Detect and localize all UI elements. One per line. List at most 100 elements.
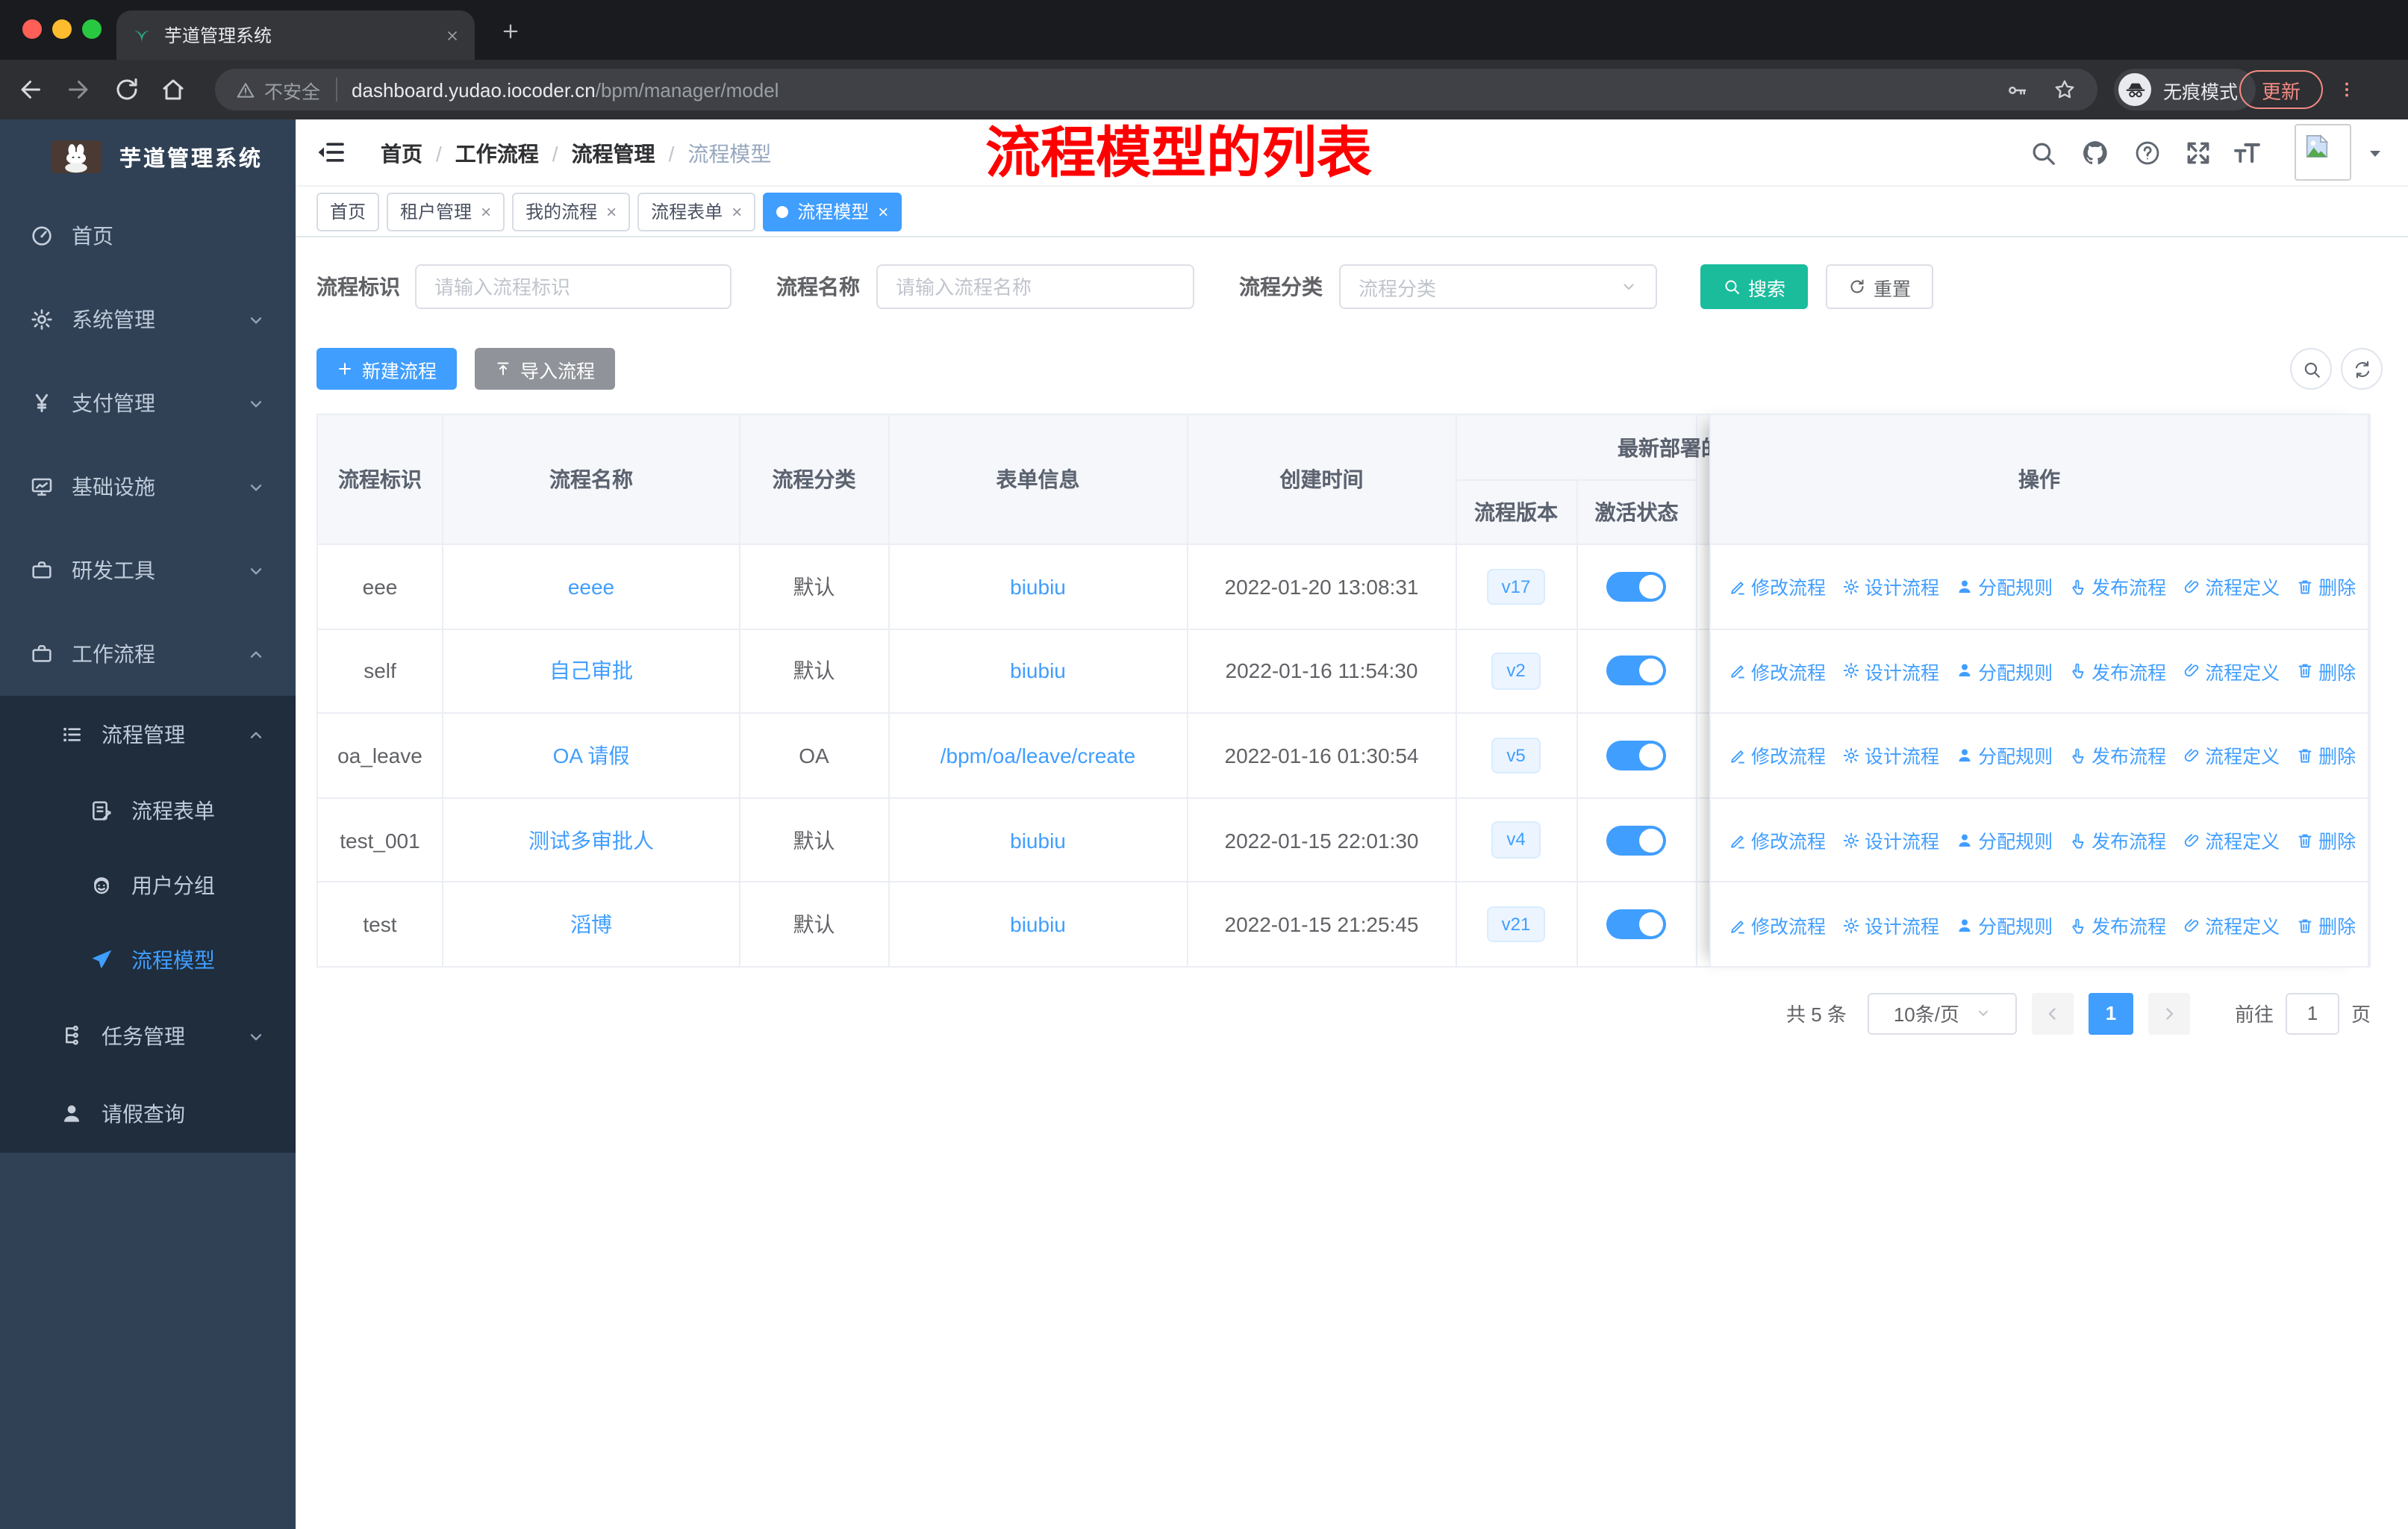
search-button[interactable]: 搜索: [1700, 264, 1809, 309]
tag-流程表单[interactable]: 流程表单 ×: [637, 192, 756, 231]
tag-我的流程[interactable]: 我的流程 ×: [512, 192, 631, 231]
new-tab-button[interactable]: [493, 13, 528, 49]
action-分配规则[interactable]: 分配规则: [1956, 657, 2053, 685]
cell-form-link[interactable]: biubiu: [1010, 659, 1066, 683]
bookmark-star-icon[interactable]: [2053, 78, 2077, 102]
current-page-button[interactable]: 1: [2088, 992, 2133, 1035]
import-process-button[interactable]: 导入流程: [475, 348, 615, 390]
cell-form-link[interactable]: biubiu: [1010, 575, 1066, 599]
breadcrumb-item[interactable]: 流程管理: [572, 138, 655, 168]
status-toggle[interactable]: [1606, 571, 1667, 602]
reset-button[interactable]: 重置: [1826, 264, 1934, 309]
action-删除[interactable]: 删除: [2296, 826, 2356, 854]
sidebar-item-请假查询[interactable]: 请假查询: [0, 1075, 296, 1153]
avatar-caret-down-icon[interactable]: [2366, 145, 2384, 163]
status-toggle[interactable]: [1606, 909, 1667, 940]
tag-流程模型[interactable]: 流程模型 ×: [763, 192, 902, 231]
action-修改流程[interactable]: 修改流程: [1729, 826, 1826, 854]
process-name-input[interactable]: [876, 264, 1194, 309]
browser-tab[interactable]: 芋道管理系统: [116, 10, 475, 60]
fullscreen-icon[interactable]: [2184, 139, 2212, 167]
action-分配规则[interactable]: 分配规则: [1956, 573, 2053, 601]
cell-name-link[interactable]: 测试多审批人: [528, 828, 654, 852]
action-修改流程[interactable]: 修改流程: [1729, 657, 1826, 685]
breadcrumb-item[interactable]: 工作流程: [455, 138, 539, 168]
cell-name-link[interactable]: 自己审批: [549, 659, 633, 683]
cell-form-link[interactable]: /bpm/oa/leave/create: [941, 744, 1136, 767]
next-page-button[interactable]: [2147, 992, 2190, 1035]
action-修改流程[interactable]: 修改流程: [1729, 573, 1826, 601]
not-secure-label[interactable]: 不安全: [264, 75, 320, 104]
password-key-icon[interactable]: [2006, 78, 2029, 101]
tag-close-icon[interactable]: ×: [878, 202, 888, 220]
version-badge[interactable]: v21: [1486, 906, 1546, 943]
update-button[interactable]: 更新: [2239, 70, 2323, 109]
status-toggle[interactable]: [1606, 825, 1667, 856]
tag-首页[interactable]: 首页: [316, 192, 380, 231]
action-分配规则[interactable]: 分配规则: [1956, 826, 2053, 854]
action-发布流程[interactable]: 发布流程: [2069, 741, 2166, 770]
font-size-icon[interactable]: [2230, 139, 2263, 167]
prev-page-button[interactable]: [2031, 992, 2074, 1035]
cell-name-link[interactable]: OA 请假: [553, 744, 630, 767]
action-删除[interactable]: 删除: [2296, 911, 2356, 939]
action-删除[interactable]: 删除: [2296, 657, 2356, 685]
action-发布流程[interactable]: 发布流程: [2069, 657, 2166, 685]
url-text[interactable]: dashboard.yudao.iocoder.cn/bpm/manager/m…: [352, 78, 2006, 101]
action-设计流程[interactable]: 设计流程: [1842, 741, 1939, 770]
menu-dots-icon[interactable]: [2338, 75, 2356, 105]
sidebar-item-研发工具[interactable]: 研发工具: [0, 529, 296, 612]
action-流程定义[interactable]: 流程定义: [2183, 741, 2280, 770]
sidebar-item-用户分组[interactable]: 用户分组: [0, 848, 296, 923]
sidebar-fold-icon[interactable]: [316, 137, 346, 167]
tag-close-icon[interactable]: ×: [732, 202, 742, 220]
action-删除[interactable]: 删除: [2296, 741, 2356, 770]
action-设计流程[interactable]: 设计流程: [1842, 826, 1939, 854]
sidebar-item-流程模型[interactable]: 流程模型: [0, 923, 296, 997]
action-分配规则[interactable]: 分配规则: [1956, 741, 2053, 770]
reload-icon[interactable]: [113, 76, 140, 103]
status-toggle[interactable]: [1606, 740, 1667, 770]
process-key-input[interactable]: [415, 264, 732, 309]
action-修改流程[interactable]: 修改流程: [1729, 741, 1826, 770]
action-发布流程[interactable]: 发布流程: [2069, 573, 2166, 601]
sidebar-item-流程表单[interactable]: 流程表单: [0, 773, 296, 848]
status-toggle[interactable]: [1606, 655, 1667, 686]
sidebar-item-基础设施[interactable]: 基础设施: [0, 445, 296, 529]
action-发布流程[interactable]: 发布流程: [2069, 826, 2166, 854]
forward-icon[interactable]: [64, 76, 91, 103]
sidebar-item-首页[interactable]: 首页: [0, 194, 296, 278]
back-icon[interactable]: [18, 76, 45, 103]
version-badge[interactable]: v2: [1491, 653, 1541, 690]
tab-close-icon[interactable]: [445, 28, 460, 43]
sidebar-item-流程管理[interactable]: 流程管理: [0, 696, 296, 773]
process-category-select[interactable]: 流程分类: [1339, 264, 1657, 309]
version-badge[interactable]: v17: [1486, 568, 1546, 605]
action-流程定义[interactable]: 流程定义: [2183, 657, 2280, 685]
github-icon[interactable]: [2081, 139, 2109, 167]
user-avatar[interactable]: [2295, 124, 2351, 181]
sidebar-item-支付管理[interactable]: 支付管理: [0, 361, 296, 445]
tag-close-icon[interactable]: ×: [481, 202, 491, 220]
action-分配规则[interactable]: 分配规则: [1956, 911, 2053, 939]
traffic-light-minimize[interactable]: [52, 19, 72, 39]
breadcrumb-item[interactable]: 首页: [381, 138, 422, 168]
action-流程定义[interactable]: 流程定义: [2183, 911, 2280, 939]
tag-close-icon[interactable]: ×: [606, 202, 617, 220]
home-icon[interactable]: [160, 76, 187, 103]
action-删除[interactable]: 删除: [2296, 573, 2356, 601]
traffic-light-close[interactable]: [22, 19, 42, 39]
action-流程定义[interactable]: 流程定义: [2183, 826, 2280, 854]
cell-form-link[interactable]: biubiu: [1010, 912, 1066, 936]
version-badge[interactable]: v4: [1491, 821, 1541, 859]
refresh-table-button[interactable]: [2341, 348, 2383, 390]
sidebar-item-工作流程[interactable]: 工作流程: [0, 612, 296, 696]
cell-name-link[interactable]: eeee: [568, 575, 614, 599]
toggle-search-button[interactable]: [2290, 348, 2332, 390]
cell-name-link[interactable]: 滔博: [570, 912, 612, 936]
sidebar-item-系统管理[interactable]: 系统管理: [0, 278, 296, 361]
url-bar[interactable]: 不安全 dashboard.yudao.iocoder.cn/bpm/manag…: [215, 69, 2097, 110]
version-badge[interactable]: v5: [1491, 737, 1541, 774]
action-发布流程[interactable]: 发布流程: [2069, 911, 2166, 939]
action-修改流程[interactable]: 修改流程: [1729, 911, 1826, 939]
